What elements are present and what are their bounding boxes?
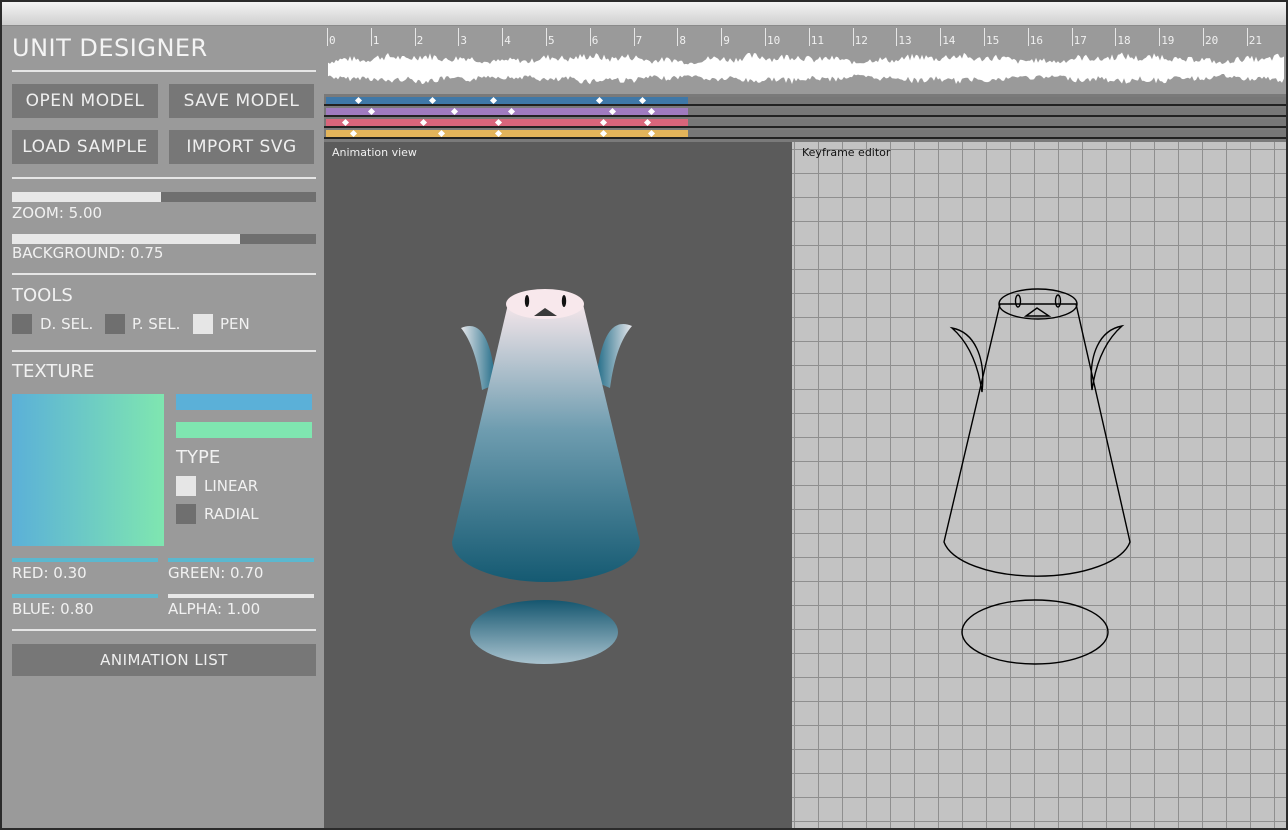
outline-right-wing [1090,324,1125,391]
zoom-label: ZOOM: 5.00 [12,204,103,222]
red-slider[interactable] [12,558,158,562]
keyframe-track[interactable] [324,129,1286,139]
divider [12,273,316,275]
blue-slider[interactable] [12,594,158,598]
background-slider[interactable] [12,234,316,244]
animation-list-button[interactable]: ANIMATION LIST [12,644,316,676]
radial-type-checkbox[interactable] [176,504,196,524]
direct-select-tool-label: D. SEL. [40,315,94,333]
open-model-button[interactable]: OPEN MODEL [12,84,158,118]
tools-title: TOOLS [12,285,73,306]
keyframe-tracks[interactable] [324,94,1286,142]
texture-title: TEXTURE [12,361,95,382]
keyframe-track[interactable] [324,118,1286,128]
gradient-end-color[interactable] [176,422,312,438]
keyframe-track-fill [326,130,688,137]
blue-label: BLUE: 0.80 [12,600,94,618]
keyframe-track[interactable] [324,96,1286,106]
alpha-label: ALPHA: 1.00 [168,600,261,618]
type-title: TYPE [176,447,221,468]
import-svg-button[interactable]: IMPORT SVG [169,130,314,164]
outline-left-eye [1014,294,1022,308]
keyframe-track[interactable] [324,107,1286,117]
right-wing [596,324,632,388]
outline-body [943,303,1131,577]
window-titlebar[interactable] [2,2,1286,26]
keyframe-canvas [943,288,1131,665]
green-slider[interactable] [168,558,314,562]
texture-gradient-preview[interactable] [12,394,164,546]
timeline-ruler[interactable]: 0 1 2 3 4 5 6 7 8 9 10 11 12 13 14 15 16 17 18 19 20 21 [324,26,1286,94]
gradient-start-color[interactable] [176,394,312,410]
outline-right-eye [1054,294,1062,308]
divider [12,70,316,72]
radial-type-label: RADIAL [204,505,259,523]
load-sample-button[interactable]: LOAD SAMPLE [12,130,158,164]
app-title: UNIT DESIGNER [12,34,208,62]
red-label: RED: 0.30 [12,564,87,582]
background-slider-fill [12,234,240,244]
zoom-slider[interactable] [12,192,316,202]
green-label: GREEN: 0.70 [168,564,264,582]
keyframe-track-fill [326,97,688,104]
linear-type-label: LINEAR [204,477,259,495]
divider [12,177,316,179]
app-window: UNIT DESIGNER OPEN MODEL SAVE MODEL LOAD… [0,0,1288,830]
left-eye [524,295,530,307]
alpha-slider[interactable] [168,594,314,598]
pen-tool-label: PEN [220,315,250,333]
animation-view[interactable]: Animation view [324,142,792,828]
path-select-tool-checkbox[interactable] [105,314,125,334]
background-label: BACKGROUND: 0.75 [12,244,164,262]
unit-shadow [470,600,618,664]
outline-shadow [961,599,1109,665]
outline-beak [1023,307,1052,317]
right-eye [561,295,567,307]
sidebar: UNIT DESIGNER OPEN MODEL SAVE MODEL LOAD… [2,26,324,828]
divider [12,350,316,352]
divider [12,629,316,631]
zoom-slider-fill [12,192,161,202]
pen-tool-checkbox[interactable] [193,314,213,334]
outline-left-wing [949,326,984,393]
audio-waveform [328,52,1284,85]
keyframe-editor[interactable]: Keyframe editor [792,142,1286,828]
animation-canvas [452,289,640,664]
path-select-tool-label: P. SEL. [132,315,181,333]
linear-type-checkbox[interactable] [176,476,196,496]
direct-select-tool-checkbox[interactable] [12,314,32,334]
keyframe-track-fill [326,119,688,126]
save-model-button[interactable]: SAVE MODEL [169,84,314,118]
